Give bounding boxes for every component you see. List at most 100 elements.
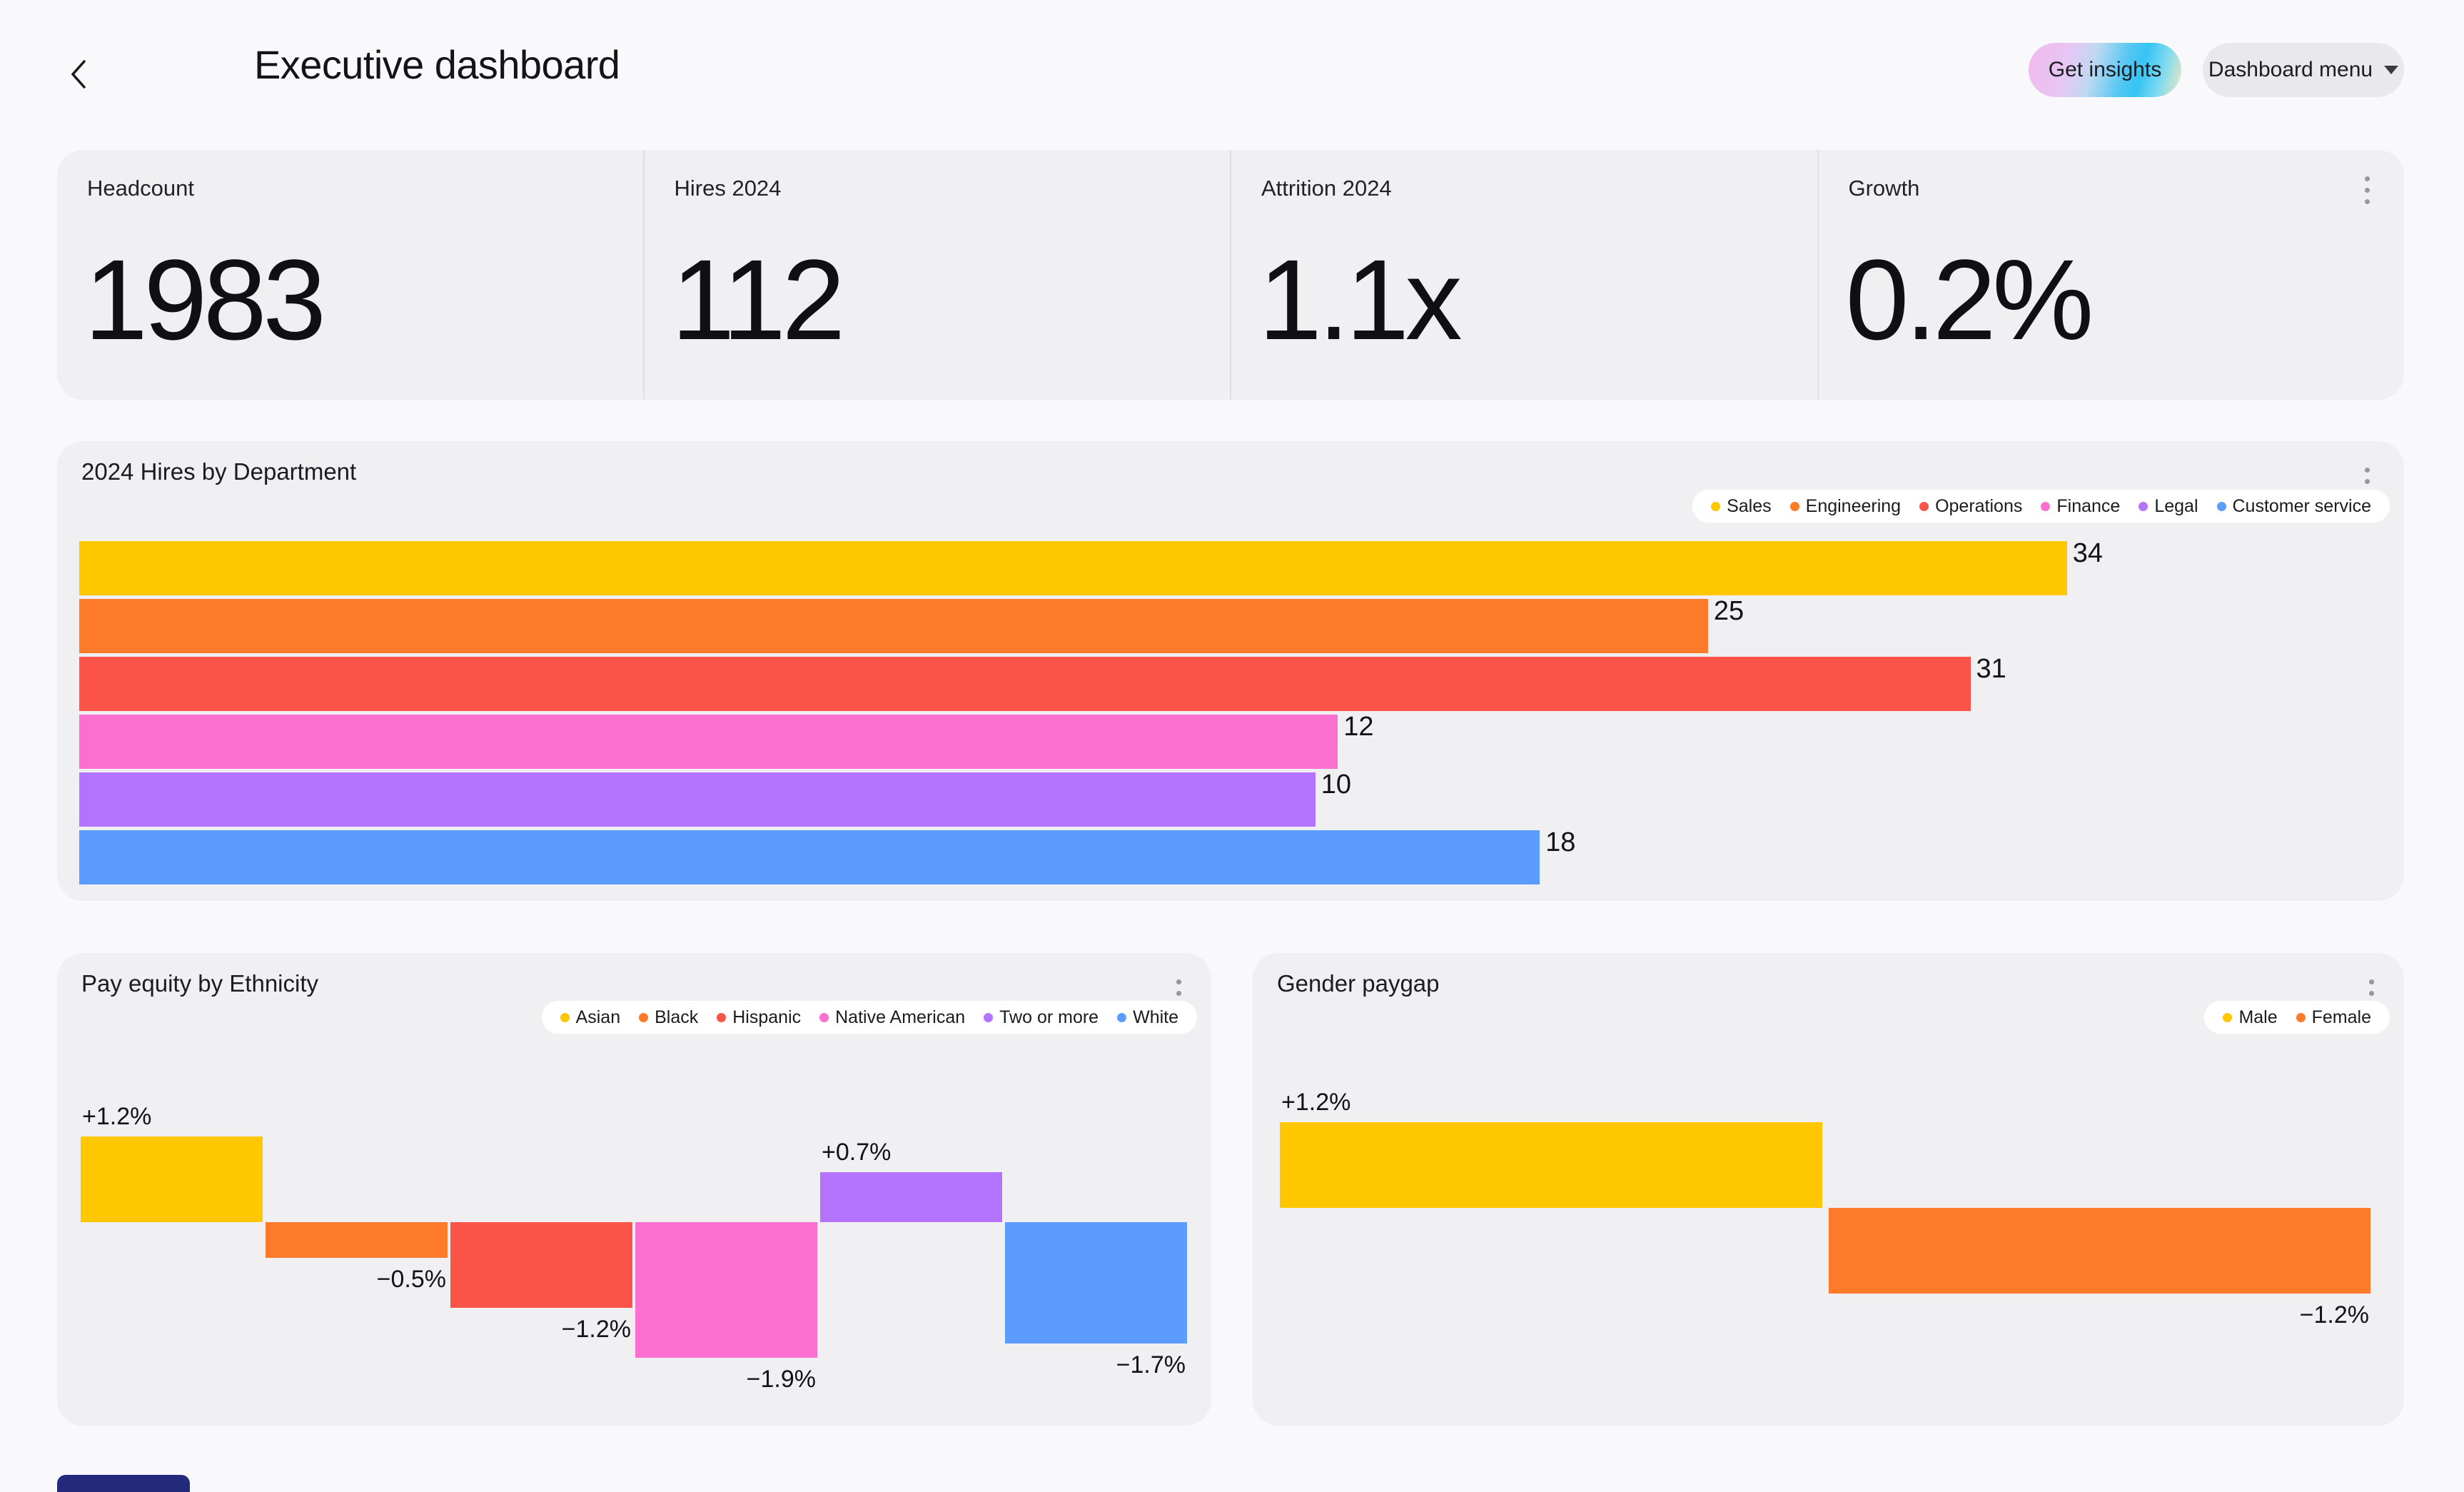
bar-engineering[interactable]	[79, 599, 1708, 653]
pay-diverging-plot: +1.2% −0.5% −1.2% −1.9% +0.7% −1.7%	[81, 1103, 1190, 1421]
legend-dot	[984, 1012, 994, 1022]
back-button[interactable]	[63, 56, 94, 93]
legend-item-legal[interactable]: Legal	[2139, 496, 2198, 517]
legend-label: White	[1133, 1007, 1178, 1027]
pay-chart-legend: Asian Black Hispanic Native American Two or …	[541, 1001, 1197, 1034]
pay-equity-card: Pay equity by Ethnicity Asian Black Hispan…	[57, 953, 1211, 1426]
kpi-headcount: Headcount 1983	[57, 150, 643, 400]
legend-item-engineering[interactable]: Engineering	[1789, 496, 1901, 517]
legend-dot	[717, 1012, 727, 1022]
bar-sales[interactable]	[79, 541, 2067, 595]
legend-dot	[2296, 1012, 2306, 1022]
dashboard-menu-button[interactable]: Dashboard menu	[2203, 43, 2404, 97]
bar-white[interactable]	[1005, 1222, 1187, 1344]
legend-dot	[1919, 501, 1929, 511]
kpi-attrition-2024: Attrition 2024 1.1x	[1230, 150, 1817, 400]
legend-label: Two or more	[999, 1007, 1099, 1027]
bar-value-label: 25	[1713, 596, 1745, 626]
bar-customer-service[interactable]	[79, 830, 1540, 884]
legend-item-white[interactable]: White	[1117, 1007, 1178, 1028]
legend-dot	[2041, 501, 2051, 511]
legend-label: Finance	[2056, 495, 2121, 516]
bottom-partial-element[interactable]	[57, 1475, 190, 1492]
legend-label: Black	[655, 1007, 699, 1027]
bar-row-operations: 31	[79, 654, 2323, 711]
bar-value-label: −1.2%	[2299, 1301, 2369, 1329]
legend-item-customer-service[interactable]: Customer service	[2216, 495, 2372, 517]
legend-dot	[1711, 501, 1721, 511]
bar-asian[interactable]	[81, 1136, 263, 1222]
legend-dot	[2139, 501, 2149, 511]
kpi-label: Headcount	[87, 176, 194, 201]
chart-title: Pay equity by Ethnicity	[81, 970, 318, 997]
page-title: Executive dashboard	[254, 42, 620, 87]
bar-female[interactable]	[1828, 1208, 2370, 1294]
legend-item-native-american[interactable]: Native American	[819, 1007, 965, 1028]
caret-down-icon	[2384, 66, 2399, 74]
bar-value-label: +0.7%	[821, 1139, 892, 1166]
kpi-value: 1983	[84, 236, 326, 363]
column-two-or-more: +0.7%	[819, 1114, 1005, 1421]
gender-chart-legend: Male Female	[2204, 1001, 2390, 1034]
bar-hispanic[interactable]	[450, 1222, 632, 1308]
legend-label: Native American	[835, 1007, 966, 1027]
legend-item-sales[interactable]: Sales	[1711, 496, 1772, 517]
legend-dot	[1117, 1012, 1127, 1022]
bar-row-finance: 12	[79, 712, 2323, 769]
kpi-card-menu-button[interactable]	[2350, 168, 2384, 211]
legend-item-operations[interactable]: Operations	[1919, 496, 2022, 517]
kpi-label: Growth	[1848, 176, 1920, 201]
bar-value-label: +1.2%	[82, 1103, 152, 1130]
bar-operations[interactable]	[79, 657, 1971, 711]
legend-dot	[1789, 501, 1799, 511]
column-female: −1.2%	[1828, 1099, 2378, 1406]
legend-item-asian[interactable]: Asian	[560, 1007, 621, 1028]
legend-item-hispanic[interactable]: Hispanic	[717, 1007, 801, 1028]
column-black: −0.5%	[265, 1114, 450, 1421]
bar-native-american[interactable]	[635, 1222, 817, 1358]
kpi-value: 112	[671, 236, 846, 363]
legend-item-male[interactable]: Male	[2223, 1007, 2278, 1028]
bar-two-or-more[interactable]	[819, 1172, 1002, 1222]
bar-value-label: 31	[1976, 654, 2006, 684]
legend-dot	[2216, 501, 2226, 511]
kpi-label: Hires 2024	[674, 176, 782, 201]
kpi-value: 1.1x	[1258, 236, 1463, 363]
column-asian: +1.2%	[81, 1103, 266, 1421]
bar-male[interactable]	[1280, 1122, 1822, 1208]
bar-row-sales: 34	[79, 538, 2323, 595]
column-white: −1.7%	[1005, 1114, 1190, 1421]
legend-item-female[interactable]: Female	[2296, 1007, 2371, 1028]
legend-item-two-or-more[interactable]: Two or more	[984, 1007, 1099, 1028]
bar-value-label: 18	[1545, 827, 1576, 857]
bar-finance[interactable]	[79, 715, 1338, 769]
kpi-value: 0.2%	[1845, 236, 2094, 363]
dashboard-menu-label: Dashboard menu	[2208, 58, 2373, 81]
bar-value-label: 12	[1343, 712, 1374, 742]
chart-title: Gender paygap	[1277, 970, 1440, 997]
bar-row-legal: 10	[79, 771, 2323, 827]
bar-black[interactable]	[265, 1222, 448, 1258]
bar-legal[interactable]	[79, 772, 1316, 827]
legend-label: Customer service	[2232, 495, 2372, 516]
bar-value-label: 34	[2072, 538, 2103, 568]
legend-label: Female	[2311, 1007, 2371, 1027]
legend-dot	[560, 1012, 570, 1022]
bar-value-label: −1.9%	[746, 1366, 816, 1393]
hires-bar-plot: 34 25 31 12 10 18	[79, 538, 2323, 888]
legend-dot	[2223, 1012, 2233, 1022]
legend-label: Hispanic	[732, 1007, 802, 1027]
legend-label: Legal	[2154, 495, 2198, 516]
hires-chart-legend: Sales Engineering Operations Finance Legal Cu…	[1692, 490, 2390, 523]
legend-item-finance[interactable]: Finance	[2041, 496, 2120, 517]
bar-value-label: −1.2%	[561, 1316, 631, 1343]
column-hispanic: −1.2%	[450, 1114, 635, 1421]
legend-label: Operations	[1935, 495, 2023, 516]
gender-paygap-card: Gender paygap Male Female +1.2% −1.2%	[1253, 953, 2404, 1426]
get-insights-button[interactable]: Get insights	[2029, 43, 2181, 97]
kpi-growth: Growth 0.2%	[1817, 150, 2405, 400]
bar-row-engineering: 25	[79, 596, 2323, 653]
legend-item-black[interactable]: Black	[639, 1007, 698, 1028]
legend-label: Asian	[575, 1007, 621, 1027]
legend-dot	[819, 1012, 829, 1022]
